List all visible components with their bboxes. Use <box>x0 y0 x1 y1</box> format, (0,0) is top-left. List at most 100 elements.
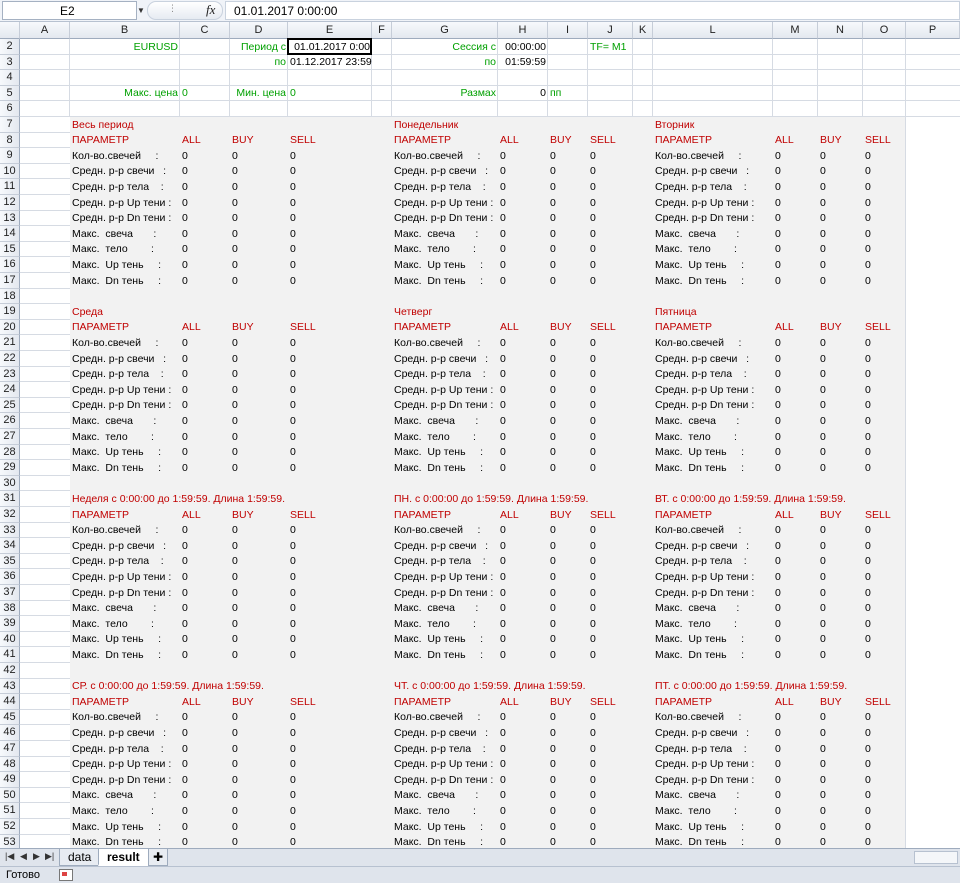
row-header-43[interactable]: 43 <box>0 678 20 695</box>
grid-line <box>20 630 70 632</box>
insert-sheet-icon[interactable]: ✚ <box>148 849 169 866</box>
status-bar: Готово <box>0 866 960 883</box>
column-header-m[interactable]: M <box>773 22 818 39</box>
column-header-c[interactable]: C <box>180 22 230 39</box>
next-sheet-icon[interactable]: ▶ <box>33 851 40 862</box>
column-header-n[interactable]: N <box>818 22 863 39</box>
row-header-46[interactable]: 46 <box>0 725 20 741</box>
row-header-15[interactable]: 15 <box>0 241 20 258</box>
grid-line <box>20 396 70 398</box>
row-header-19[interactable]: 19 <box>0 304 20 320</box>
row-header-22[interactable]: 22 <box>0 351 20 367</box>
grid-line <box>20 225 70 227</box>
column-header-o[interactable]: O <box>863 22 906 39</box>
row-header-18[interactable]: 18 <box>0 288 20 305</box>
param-label: Средн. р-р тела : <box>72 742 164 755</box>
row-header-29[interactable]: 29 <box>0 460 20 476</box>
row-header-32[interactable]: 32 <box>0 507 20 523</box>
row-header-28[interactable]: 28 <box>0 444 20 461</box>
row-header-8[interactable]: 8 <box>0 132 20 149</box>
row-header-40[interactable]: 40 <box>0 631 20 648</box>
column-header-g[interactable]: G <box>392 22 498 39</box>
row-header-14[interactable]: 14 <box>0 226 20 242</box>
row-header-50[interactable]: 50 <box>0 787 20 804</box>
row-header-34[interactable]: 34 <box>0 538 20 554</box>
row-header-11[interactable]: 11 <box>0 179 20 195</box>
row-header-30[interactable]: 30 <box>0 475 20 492</box>
column-header-a[interactable]: A <box>20 22 70 39</box>
column-header-k[interactable]: K <box>633 22 653 39</box>
resize-handle-icon[interactable]: ⋮ <box>168 3 177 14</box>
row-header-45[interactable]: 45 <box>0 709 20 726</box>
column-header-e[interactable]: E <box>288 22 372 39</box>
name-box-dropdown-icon[interactable]: ▼ <box>137 6 145 15</box>
row-header-33[interactable]: 33 <box>0 522 20 539</box>
row-header-44[interactable]: 44 <box>0 694 20 710</box>
row-header-21[interactable]: 21 <box>0 335 20 351</box>
first-sheet-icon[interactable]: |◀ <box>5 851 14 862</box>
stat-value: 0 <box>775 804 781 817</box>
row-header-35[interactable]: 35 <box>0 553 20 570</box>
row-header-12[interactable]: 12 <box>0 195 20 211</box>
column-header-f[interactable]: F <box>372 22 392 39</box>
row-header-5[interactable]: 5 <box>0 85 20 102</box>
row-header-24[interactable]: 24 <box>0 382 20 398</box>
column-header-b[interactable]: B <box>70 22 180 39</box>
row-header-16[interactable]: 16 <box>0 257 20 273</box>
row-header-17[interactable]: 17 <box>0 273 20 289</box>
corner-select-all[interactable] <box>0 22 20 39</box>
block-title: ПН. с 0:00:00 до 1:59:59. Длина 1:59:59. <box>394 492 589 505</box>
active-cell-outline[interactable] <box>287 38 372 55</box>
row-header-27[interactable]: 27 <box>0 429 20 445</box>
horizontal-scrollbar[interactable] <box>914 851 958 864</box>
tab-data[interactable]: data <box>59 849 101 866</box>
row-header-7[interactable]: 7 <box>0 117 20 133</box>
row-header-39[interactable]: 39 <box>0 616 20 632</box>
prev-sheet-icon[interactable]: ◀ <box>20 851 27 862</box>
column-header-p[interactable]: P <box>906 22 960 39</box>
last-sheet-icon[interactable]: ▶| <box>45 851 54 862</box>
stat-value: 0 <box>820 586 826 599</box>
insert-function-icon[interactable]: fx <box>206 2 215 18</box>
formula-input[interactable]: 01.01.2017 0:00:00 <box>225 1 960 20</box>
row-header-26[interactable]: 26 <box>0 413 20 429</box>
row-header-25[interactable]: 25 <box>0 397 20 414</box>
stat-value: 0 <box>865 352 871 365</box>
row-header-41[interactable]: 41 <box>0 647 20 663</box>
row-header-52[interactable]: 52 <box>0 819 20 835</box>
worksheet-grid[interactable]: A B C D E F G H I J K L M N O P 2 3 4 5 6 7 8 9 10 11 12 13 14 15 16 17… <box>0 22 960 848</box>
macro-record-icon[interactable] <box>59 869 73 881</box>
column-header-j[interactable]: J <box>588 22 633 39</box>
row-header-9[interactable]: 9 <box>0 148 20 164</box>
tab-result[interactable]: result <box>98 849 149 866</box>
row-header-3[interactable]: 3 <box>0 54 20 71</box>
row-header-47[interactable]: 47 <box>0 741 20 757</box>
column-header-i[interactable]: I <box>548 22 588 39</box>
row-header-49[interactable]: 49 <box>0 772 20 788</box>
row-header-51[interactable]: 51 <box>0 803 20 819</box>
row-header-2[interactable]: 2 <box>0 39 20 55</box>
column-header-h[interactable]: H <box>498 22 548 39</box>
name-box[interactable]: E2 <box>2 1 137 20</box>
grid-line <box>20 412 70 414</box>
row-header-53[interactable]: 53 <box>0 834 20 848</box>
row-header-13[interactable]: 13 <box>0 210 20 227</box>
row-header-38[interactable]: 38 <box>0 600 20 617</box>
column-header-d[interactable]: D <box>230 22 288 39</box>
row-header-6[interactable]: 6 <box>0 101 20 117</box>
row-header-10[interactable]: 10 <box>0 163 20 180</box>
stat-value: 0 <box>290 726 296 739</box>
row-header-20[interactable]: 20 <box>0 319 20 336</box>
stat-value: 0 <box>550 555 556 568</box>
row-header-31[interactable]: 31 <box>0 491 20 507</box>
column-heading: ПАРАМЕТР <box>655 321 713 334</box>
param-label: Макс. тело : <box>72 430 154 443</box>
row-header-37[interactable]: 37 <box>0 585 20 601</box>
row-header-23[interactable]: 23 <box>0 366 20 383</box>
row-header-42[interactable]: 42 <box>0 663 20 679</box>
stat-value: 0 <box>550 243 556 256</box>
row-header-48[interactable]: 48 <box>0 756 20 773</box>
row-header-4[interactable]: 4 <box>0 70 20 86</box>
column-header-l[interactable]: L <box>653 22 773 39</box>
row-header-36[interactable]: 36 <box>0 569 20 585</box>
